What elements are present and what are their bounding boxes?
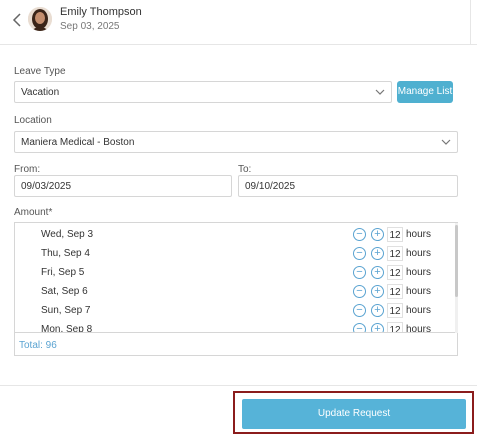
manage-list-button[interactable]: Manage List bbox=[397, 81, 453, 103]
day-label: Sun, Sep 7 bbox=[41, 305, 91, 316]
hours-input[interactable]: 12 bbox=[387, 265, 403, 280]
location-select[interactable]: Maniera Medical - Boston bbox=[14, 131, 458, 153]
unit-label: hours bbox=[406, 324, 432, 333]
leave-type-select[interactable]: Vacation bbox=[14, 81, 392, 103]
day-label: Mon, Sep 8 bbox=[41, 324, 93, 333]
day-label: Fri, Sep 5 bbox=[41, 267, 85, 278]
employee-name: Emily Thompson bbox=[60, 6, 142, 18]
chevron-down-icon bbox=[441, 139, 451, 145]
chevron-down-icon bbox=[375, 89, 385, 95]
decrement-button[interactable]: − bbox=[353, 304, 366, 317]
increment-button[interactable]: + bbox=[371, 285, 384, 298]
divider bbox=[470, 0, 471, 45]
from-date-input[interactable]: 09/03/2025 bbox=[14, 175, 232, 197]
list-item: Thu, Sep 4 − + 12 hours bbox=[15, 244, 455, 263]
amount-panel: Wed, Sep 3 − + 12 hours Thu, Sep 4 − + 1… bbox=[14, 222, 458, 356]
list-item: Sun, Sep 7 − + 12 hours bbox=[15, 301, 455, 320]
location-label: Location bbox=[14, 115, 52, 126]
hours-input[interactable]: 12 bbox=[387, 227, 403, 242]
from-date-value: 09/03/2025 bbox=[21, 181, 72, 192]
unit-label: hours bbox=[406, 248, 432, 259]
leave-type-value: Vacation bbox=[21, 87, 60, 98]
unit-label: hours bbox=[406, 267, 432, 278]
decrement-button[interactable]: − bbox=[353, 247, 366, 260]
to-date-input[interactable]: 09/10/2025 bbox=[238, 175, 458, 197]
decrement-button[interactable]: − bbox=[353, 266, 366, 279]
scrollbar-thumb[interactable] bbox=[455, 225, 458, 297]
hours-input[interactable]: 12 bbox=[387, 303, 403, 318]
increment-button[interactable]: + bbox=[371, 304, 384, 317]
to-label: To: bbox=[238, 164, 252, 175]
day-label: Sat, Sep 6 bbox=[41, 286, 88, 297]
decrement-button[interactable]: − bbox=[353, 323, 366, 332]
chevron-left-icon[interactable] bbox=[9, 11, 25, 29]
total-hours: Total: 96 bbox=[19, 340, 57, 351]
increment-button[interactable]: + bbox=[371, 247, 384, 260]
increment-button[interactable]: + bbox=[371, 266, 384, 279]
hours-input[interactable]: 12 bbox=[387, 284, 403, 299]
hours-input[interactable]: 12 bbox=[387, 246, 403, 261]
amount-label: Amount* bbox=[14, 207, 53, 218]
location-value: Maniera Medical - Boston bbox=[21, 137, 135, 148]
list-item: Fri, Sep 5 − + 12 hours bbox=[15, 263, 455, 282]
day-label: Thu, Sep 4 bbox=[41, 248, 90, 259]
request-date: Sep 03, 2025 bbox=[60, 21, 120, 32]
header-bar: Emily Thompson Sep 03, 2025 bbox=[0, 0, 477, 45]
decrement-button[interactable]: − bbox=[353, 228, 366, 241]
day-label: Wed, Sep 3 bbox=[41, 229, 94, 240]
update-request-button[interactable]: Update Request bbox=[242, 399, 466, 429]
hours-input[interactable]: 12 bbox=[387, 322, 403, 332]
increment-button[interactable]: + bbox=[371, 323, 384, 332]
unit-label: hours bbox=[406, 286, 432, 297]
increment-button[interactable]: + bbox=[371, 228, 384, 241]
leave-type-label: Leave Type bbox=[14, 66, 66, 77]
amount-list[interactable]: Wed, Sep 3 − + 12 hours Thu, Sep 4 − + 1… bbox=[15, 223, 455, 333]
list-item: Wed, Sep 3 − + 12 hours bbox=[15, 225, 455, 244]
from-label: From: bbox=[14, 164, 41, 175]
list-item: Sat, Sep 6 − + 12 hours bbox=[15, 282, 455, 301]
unit-label: hours bbox=[406, 229, 432, 240]
divider bbox=[0, 385, 477, 386]
decrement-button[interactable]: − bbox=[353, 285, 366, 298]
unit-label: hours bbox=[406, 305, 432, 316]
to-date-value: 09/10/2025 bbox=[245, 181, 296, 192]
list-item: Mon, Sep 8 − + 12 hours bbox=[15, 320, 455, 333]
avatar bbox=[28, 7, 52, 31]
